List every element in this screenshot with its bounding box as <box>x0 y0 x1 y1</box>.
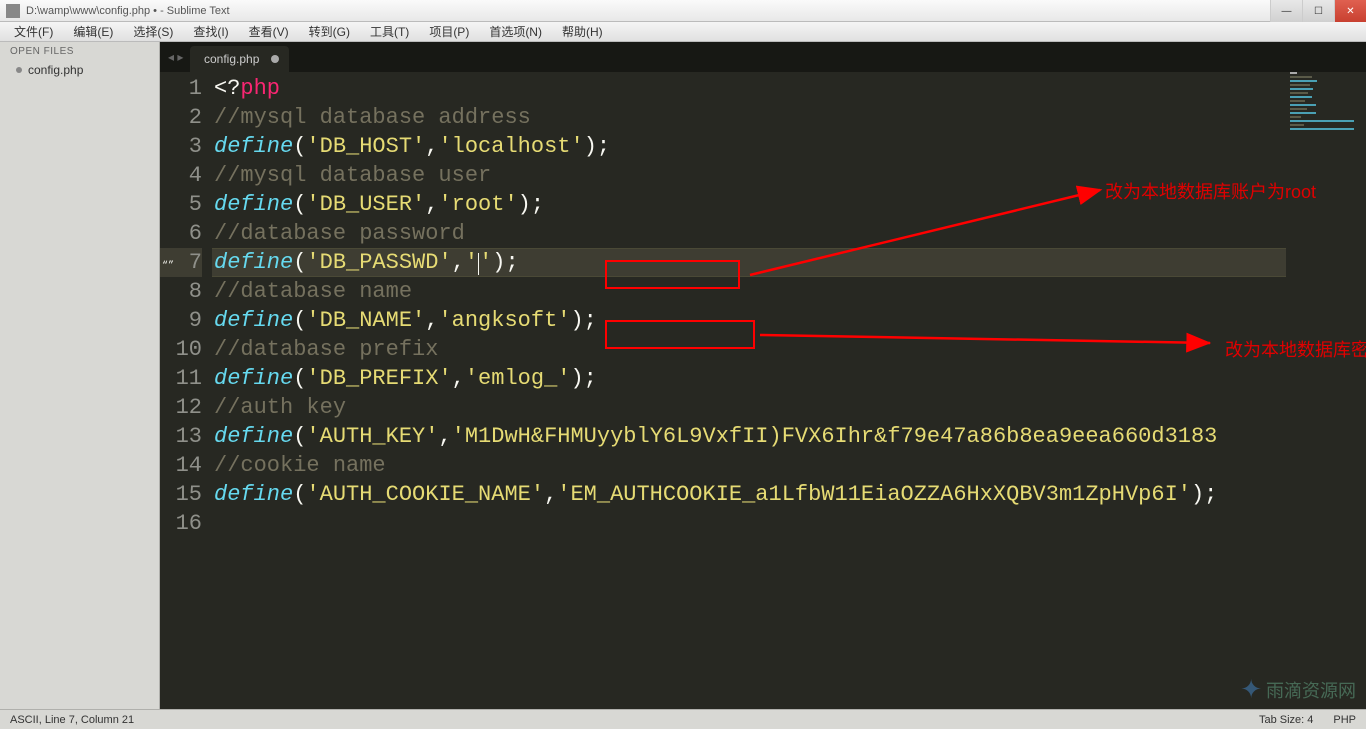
code-line[interactable]: <?php <box>212 74 1366 103</box>
workspace: OPEN FILES config.php ◂ ▸ config.php 123… <box>0 42 1366 709</box>
code-line[interactable]: //auth key <box>212 393 1366 422</box>
tab-modified-icon <box>271 55 279 63</box>
code-line[interactable]: //cookie name <box>212 451 1366 480</box>
code-line[interactable]: //mysql database address <box>212 103 1366 132</box>
dirty-indicator-icon <box>16 67 22 73</box>
code-line[interactable]: define('AUTH_KEY','M1DwH&FHMUyyblY6L9Vxf… <box>212 422 1366 451</box>
menu-item[interactable]: 首选项(N) <box>481 21 550 42</box>
tab-nav-arrows[interactable]: ◂ ▸ <box>168 50 183 64</box>
code-line[interactable]: //mysql database user <box>212 161 1366 190</box>
status-position[interactable]: ASCII, Line 7, Column 21 <box>10 714 134 726</box>
code-line[interactable]: define('AUTH_COOKIE_NAME','EM_AUTHCOOKIE… <box>212 480 1366 509</box>
window-title: D:\wamp\www\config.php • - Sublime Text <box>26 5 230 17</box>
code-editor[interactable]: <?php//mysql database addressdefine('DB_… <box>212 72 1366 709</box>
gutter-mark-icon: “” <box>162 252 174 281</box>
menu-item[interactable]: 查找(I) <box>185 21 236 42</box>
menu-item[interactable]: 帮助(H) <box>554 21 611 42</box>
menu-item[interactable]: 文件(F) <box>6 21 61 42</box>
code-line[interactable]: define('DB_USER','root'); <box>212 190 1366 219</box>
menu-bar: 文件(F)编辑(E)选择(S)查找(I)查看(V)转到(G)工具(T)项目(P)… <box>0 22 1366 42</box>
code-line[interactable]: define('DB_NAME','angksoft'); <box>212 306 1366 335</box>
code-line[interactable]: //database prefix <box>212 335 1366 364</box>
code-line[interactable]: define('DB_PREFIX','emlog_'); <box>212 364 1366 393</box>
close-button[interactable]: ✕ <box>1334 0 1366 22</box>
code-container: 12345678910111213141516“” <?php//mysql d… <box>160 72 1366 709</box>
code-line[interactable] <box>212 509 1366 538</box>
editor-area: ◂ ▸ config.php 12345678910111213141516“”… <box>160 42 1366 709</box>
line-number-gutter: 12345678910111213141516“” <box>160 72 212 709</box>
code-line[interactable]: define('DB_HOST','localhost'); <box>212 132 1366 161</box>
menu-item[interactable]: 选择(S) <box>125 21 181 42</box>
sidebar-header: OPEN FILES <box>0 42 159 61</box>
status-language[interactable]: PHP <box>1333 714 1356 726</box>
status-bar: ASCII, Line 7, Column 21 Tab Size: 4 PHP <box>0 709 1366 729</box>
menu-item[interactable]: 工具(T) <box>362 21 417 42</box>
code-line[interactable]: //database password <box>212 219 1366 248</box>
menu-item[interactable]: 编辑(E) <box>65 21 121 42</box>
minimize-button[interactable]: — <box>1270 0 1302 22</box>
app-icon <box>6 4 20 18</box>
window-controls: — ☐ ✕ <box>1270 0 1366 22</box>
tab[interactable]: config.php <box>190 46 289 72</box>
status-tab-size[interactable]: Tab Size: 4 <box>1259 714 1313 726</box>
maximize-button[interactable]: ☐ <box>1302 0 1334 22</box>
code-line[interactable]: define('DB_PASSWD',''); <box>212 248 1366 277</box>
sidebar-item[interactable]: config.php <box>0 61 159 79</box>
menu-item[interactable]: 项目(P) <box>421 21 477 42</box>
code-line[interactable]: //database name <box>212 277 1366 306</box>
sidebar: OPEN FILES config.php <box>0 42 160 709</box>
title-bar: D:\wamp\www\config.php • - Sublime Text … <box>0 0 1366 22</box>
menu-item[interactable]: 查看(V) <box>241 21 297 42</box>
menu-item[interactable]: 转到(G) <box>301 21 358 42</box>
tab-strip: ◂ ▸ config.php <box>160 42 1366 72</box>
